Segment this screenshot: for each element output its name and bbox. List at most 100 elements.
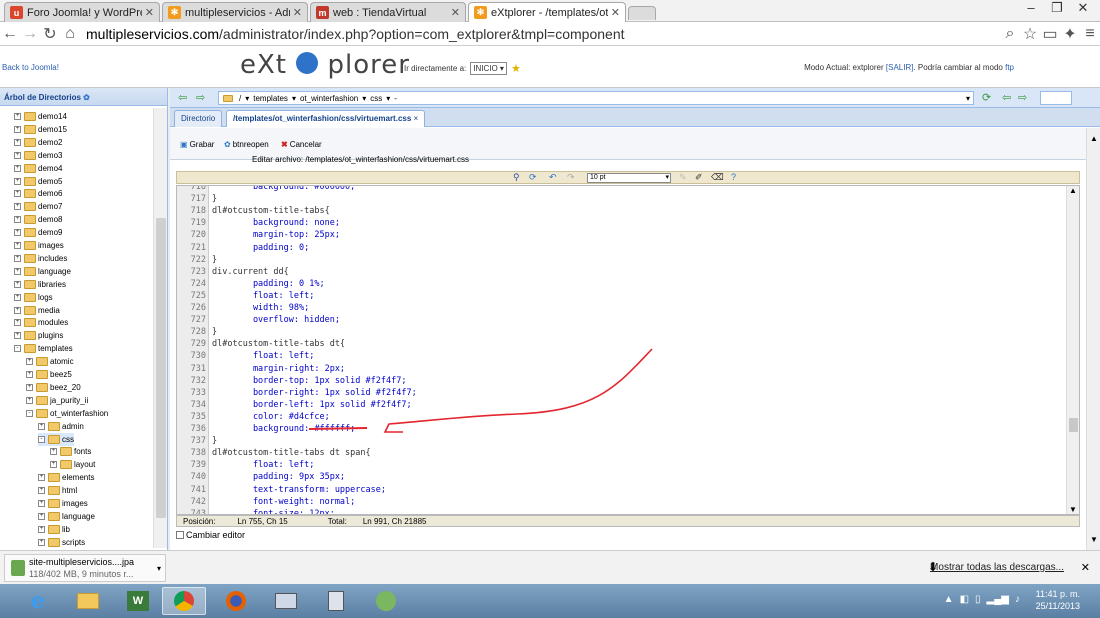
scroll-down-icon[interactable]: ▼ <box>1090 535 1098 544</box>
code-line[interactable]: overflow: hidden; <box>212 315 340 325</box>
expand-icon[interactable]: + <box>14 332 21 340</box>
refresh-icon[interactable]: ⟳ <box>529 172 537 183</box>
clock[interactable]: 11:41 p. m. 25/11/2013 <box>1036 588 1080 612</box>
tree-node[interactable]: + beez_20 <box>26 381 81 394</box>
tray-arrow-icon[interactable]: ▲ <box>944 594 954 605</box>
code-line[interactable]: } <box>212 194 217 204</box>
menu-icon[interactable]: ≡ <box>1080 25 1100 43</box>
expand-icon[interactable]: + <box>14 254 21 262</box>
tree-node[interactable]: + html <box>38 484 77 497</box>
ie-icon[interactable]: e <box>16 587 60 615</box>
expand-icon[interactable]: + <box>38 538 45 546</box>
expand-icon[interactable]: + <box>14 280 21 288</box>
tree-node[interactable]: + images <box>14 239 64 252</box>
expand-icon[interactable]: + <box>14 125 21 133</box>
change-editor-option[interactable]: Cambiar editor <box>176 530 245 540</box>
tree-node[interactable]: - templates <box>14 342 73 355</box>
zoom-icon[interactable]: ⌕ <box>1000 25 1020 43</box>
highlight-icon[interactable]: ✎ <box>679 172 687 183</box>
close-icon[interactable]: ✕ <box>1081 561 1090 574</box>
tab-directorio[interactable]: Directorio <box>174 110 223 127</box>
extension-icon[interactable]: ✦ <box>1060 24 1080 44</box>
code-line[interactable]: background: #000000; <box>212 186 355 192</box>
code-scrollbar[interactable]: ▲ ▼ <box>1066 186 1079 514</box>
path-select[interactable]: / ▾ templates ▾ ot_winterfashion ▾ css ▾ - ▾ <box>218 91 974 105</box>
code-line[interactable]: div.current dd{ <box>212 267 289 277</box>
close-window-icon[interactable]: ✕ <box>1070 0 1096 18</box>
path-segment[interactable]: css <box>370 94 382 103</box>
tree-node[interactable]: + demo14 <box>14 110 67 123</box>
pencil-icon[interactable]: ✐ <box>695 172 703 183</box>
close-tab-icon[interactable]: ✕ <box>451 6 460 19</box>
code-line[interactable]: margin-top: 25px; <box>212 230 340 240</box>
expand-icon[interactable]: + <box>14 177 21 185</box>
code-line[interactable]: padding: 0; <box>212 243 309 253</box>
expand-icon[interactable]: + <box>26 371 33 378</box>
code-editor[interactable]: 716 717 718 719 720 721 722 723 724 725 726 727 728 7… <box>176 185 1080 515</box>
code-line[interactable]: float: left; <box>212 291 314 301</box>
expand-icon[interactable]: + <box>38 422 45 430</box>
checkbox[interactable] <box>176 531 184 539</box>
tray-app-icon[interactable]: ◧ <box>960 594 969 605</box>
browser-tab-2[interactable]: ✻ multipleservicios - Admin ✕ <box>162 2 308 22</box>
reopen-button[interactable]: ✿ btnreopen <box>224 140 269 149</box>
address-bar[interactable]: multipleservicios.com/administrator/inde… <box>86 26 1000 42</box>
tree-node[interactable]: + libraries <box>14 278 66 291</box>
tree-scrollbar[interactable] <box>153 108 167 548</box>
star-icon[interactable]: ★ <box>511 62 521 75</box>
scroll-up-icon[interactable]: ▲ <box>1090 134 1098 143</box>
ftp-mode-link[interactable]: ftp <box>1005 63 1014 72</box>
tree-node[interactable]: + layout <box>50 458 95 471</box>
tree-node[interactable]: + demo3 <box>14 149 62 162</box>
back-arrow-icon[interactable]: ⇦ <box>178 91 187 104</box>
expand-icon[interactable]: + <box>14 164 21 172</box>
code-line[interactable]: color: #d4cfce; <box>212 412 330 422</box>
code-line[interactable]: margin-right: 2px; <box>212 364 345 374</box>
expand-icon[interactable]: + <box>38 525 45 533</box>
path-segment[interactable]: - <box>394 94 397 103</box>
download-item[interactable]: site-multipleservicios....jpa 118/402 MB… <box>4 554 166 582</box>
scroll-down-icon[interactable]: ▼ <box>1069 505 1077 514</box>
expand-icon[interactable]: + <box>14 190 21 198</box>
network-icon[interactable] <box>264 587 308 615</box>
tree-node[interactable]: + language <box>38 510 95 523</box>
help-icon[interactable]: ? <box>731 172 736 182</box>
undo-icon[interactable]: ↶ <box>549 172 557 183</box>
tree-node[interactable]: + atomic <box>26 355 74 368</box>
code-line[interactable]: width: 98%; <box>212 303 309 313</box>
back-arrow-icon-2[interactable]: ⇦ <box>1002 91 1011 104</box>
browser-tab-4[interactable]: ✻ eXtplorer - /templates/ot_ ✕ <box>468 2 626 22</box>
restore-icon[interactable]: ❐ <box>1044 0 1070 18</box>
save-button[interactable]: ▣ Grabar <box>180 140 214 149</box>
tree-node[interactable]: + language <box>14 265 71 278</box>
tree-node[interactable]: + admin <box>38 420 84 433</box>
tree-node[interactable]: + demo6 <box>14 187 62 200</box>
reload-icon[interactable]: ↻ <box>40 24 60 44</box>
tree-node[interactable]: + demo15 <box>14 123 67 136</box>
collapse-icon[interactable]: - <box>26 409 33 417</box>
volume-icon[interactable]: ♪ <box>1015 594 1020 605</box>
goto-select[interactable]: INICIO ▾ <box>470 62 507 75</box>
chevron-down-icon[interactable]: ▾ <box>157 564 161 573</box>
code-line[interactable]: } <box>212 436 217 446</box>
eraser-icon[interactable]: ⌫ <box>711 172 724 183</box>
browser-tab-3[interactable]: m web : TiendaVirtual ✕ <box>310 2 466 22</box>
logout-link[interactable]: [SALIR] <box>886 63 914 72</box>
tree-node[interactable]: + fonts <box>50 445 91 458</box>
expand-icon[interactable]: + <box>50 461 57 469</box>
app-icon[interactable] <box>364 587 408 615</box>
tree-node[interactable]: + includes <box>14 252 67 265</box>
refresh-tree-icon[interactable]: ✿ <box>83 93 90 102</box>
word-icon[interactable]: W <box>116 587 160 615</box>
close-tab-icon[interactable]: ✕ <box>293 6 302 19</box>
bookmark-star-icon[interactable]: ☆ <box>1020 24 1040 44</box>
tree-node[interactable]: + lib <box>38 523 70 536</box>
expand-icon[interactable]: + <box>26 396 33 404</box>
firefox-icon[interactable] <box>214 587 258 615</box>
tree-node[interactable]: + modules <box>14 316 68 329</box>
folder-input[interactable] <box>1040 91 1072 105</box>
expand-icon[interactable]: + <box>14 151 21 159</box>
window-icon[interactable]: ▭ <box>1040 24 1060 44</box>
forward-arrow-icon[interactable]: ⇨ <box>196 91 205 104</box>
show-all-downloads-link[interactable]: Mostrar todas las descargas... <box>930 562 1064 573</box>
